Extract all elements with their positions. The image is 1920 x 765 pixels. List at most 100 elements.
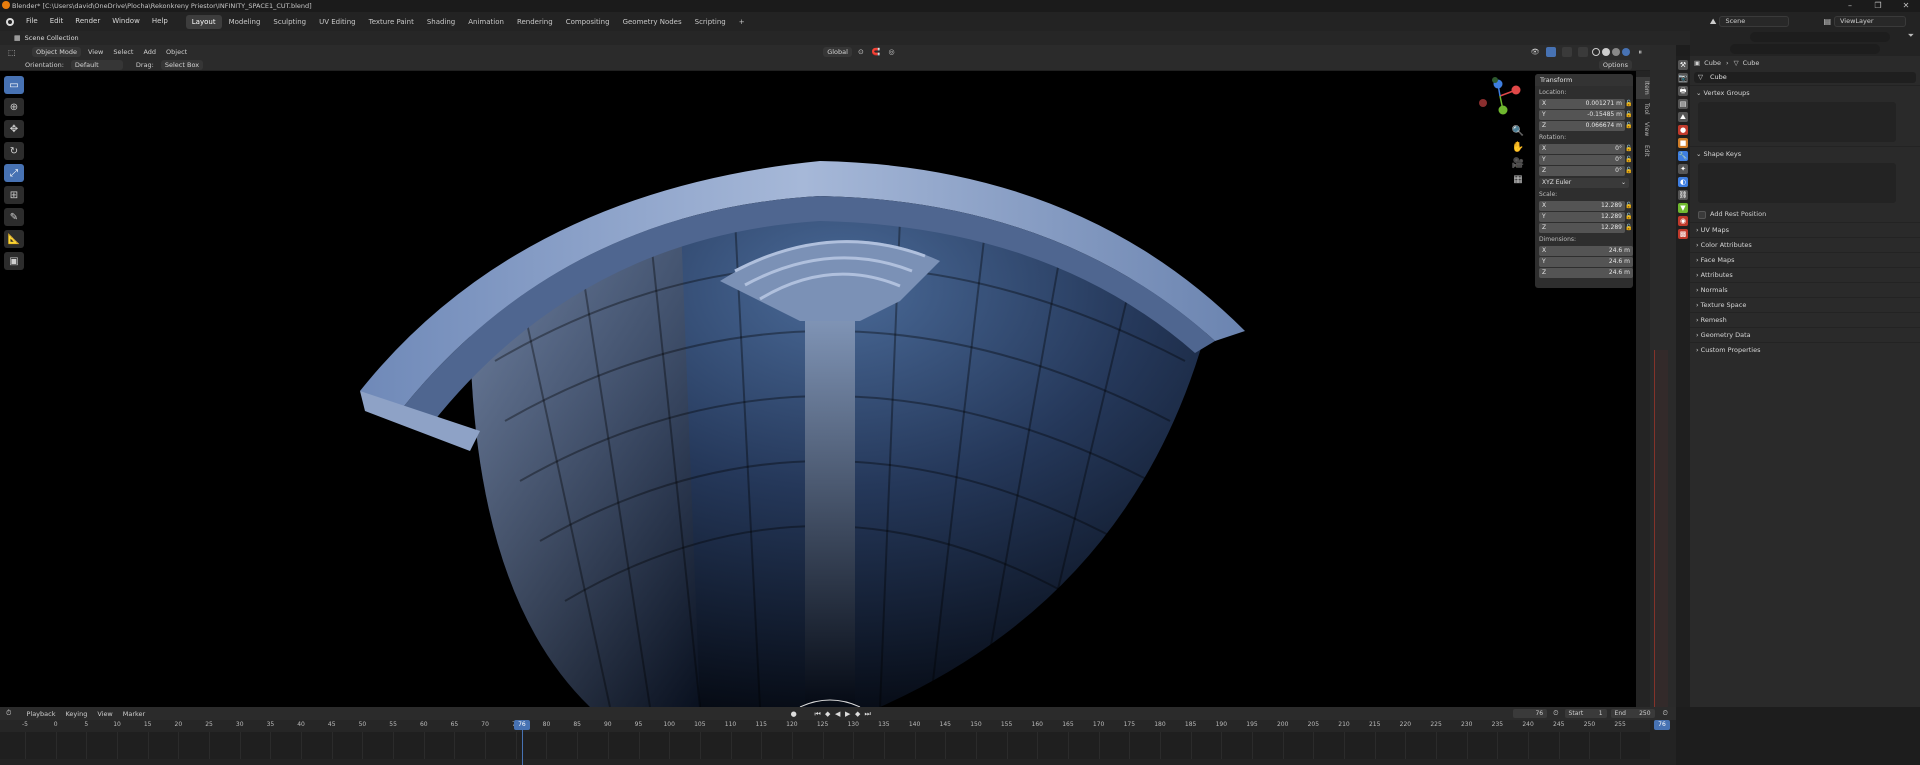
color-attributes-panel[interactable]: › Color Attributes (1690, 237, 1920, 252)
annotate-tool-icon[interactable]: ✎ (4, 208, 24, 226)
data-tab-icon[interactable]: ▼ (1678, 203, 1688, 213)
vertex-groups-panel[interactable]: ⌄ Vertex Groups (1690, 85, 1920, 100)
rotate-tool-icon[interactable]: ↻ (4, 142, 24, 160)
snap-icon[interactable]: 🧲 (872, 48, 881, 56)
jump-end-icon[interactable]: ⏭ (863, 709, 873, 719)
face-maps-panel[interactable]: › Face Maps (1690, 252, 1920, 267)
timeline-ruler[interactable]: -505101520253035404550556065707580859095… (0, 720, 1676, 732)
end-frame-field[interactable]: End 250 (1610, 709, 1655, 718)
proportional-edit-icon[interactable]: ◎ (889, 48, 895, 56)
scale-x-field[interactable]: X 12.289 (1539, 200, 1625, 211)
custom-properties-panel[interactable]: › Custom Properties (1690, 342, 1920, 357)
start-frame-field[interactable]: Start 1 (1564, 709, 1607, 718)
gizmo-toggle-icon[interactable] (1545, 47, 1556, 57)
next-keyframe-icon[interactable]: ◆ (853, 709, 863, 719)
options-button[interactable]: Options (1598, 59, 1632, 70)
select-box-tool-icon[interactable]: ▭ (4, 76, 24, 94)
lock-icon[interactable]: 🔓 (1625, 167, 1633, 174)
blender-menu-icon[interactable] (4, 16, 20, 28)
transform-orientation-dropdown[interactable]: Global (823, 47, 852, 57)
menu-object[interactable]: Object (161, 46, 192, 58)
scale-y-field[interactable]: Y 12.289 (1539, 211, 1625, 222)
location-x-field[interactable]: X 0.001271 m (1539, 98, 1625, 109)
vertex-groups-list[interactable] (1698, 102, 1896, 142)
prev-keyframe-icon[interactable]: ◆ (823, 709, 833, 719)
scale-z-field[interactable]: Z 12.289 (1539, 222, 1625, 233)
tab-texture-paint[interactable]: Texture Paint (363, 15, 420, 29)
location-z-field[interactable]: Z 0.066674 m (1539, 120, 1625, 131)
constraints-tab-icon[interactable]: ⛓ (1678, 190, 1688, 200)
menu-marker[interactable]: Marker (118, 708, 150, 720)
tab-layout[interactable]: Layout (185, 14, 222, 29)
play-reverse-icon[interactable]: ◀ (833, 709, 843, 719)
texture-space-panel[interactable]: › Texture Space (1690, 297, 1920, 312)
tab-scripting[interactable]: Scripting (689, 15, 732, 29)
transform-panel-header[interactable]: Transform (1535, 74, 1633, 86)
close-button[interactable]: ✕ (1892, 0, 1920, 12)
playhead[interactable]: 76 (513, 720, 530, 730)
editor-type-icon[interactable]: ⬚ (8, 48, 22, 57)
geometry-data-panel[interactable]: › Geometry Data (1690, 327, 1920, 342)
rotation-x-field[interactable]: X 0° (1539, 143, 1625, 154)
menu-file[interactable]: File (20, 12, 44, 31)
output-tab-icon[interactable]: 🖶 (1678, 86, 1688, 96)
pivot-icon[interactable]: ⊙ (858, 48, 864, 56)
lock-icon[interactable]: 🔓 (1625, 145, 1633, 152)
maximize-button[interactable]: ❐ (1864, 0, 1892, 12)
view-layer-field[interactable]: ViewLayer (1834, 16, 1906, 27)
shading-rendered-icon[interactable] (1621, 48, 1630, 56)
scale-tool-icon[interactable]: ⤢ (4, 164, 24, 182)
scene-field[interactable]: Scene (1719, 16, 1790, 27)
timeline-body[interactable] (0, 732, 1676, 759)
transform-tool-icon[interactable]: ⊞ (4, 186, 24, 204)
dimensions-z-field[interactable]: Z 24.6 m (1539, 267, 1633, 278)
menu-playback[interactable]: Playback (21, 708, 60, 720)
object-tab-icon[interactable]: ■ (1678, 138, 1688, 148)
shape-keys-list[interactable] (1698, 163, 1896, 203)
clock-icon[interactable]: ⏲ (1553, 709, 1558, 718)
shape-keys-panel[interactable]: ⌄ Shape Keys (1690, 146, 1920, 161)
lock-icon[interactable]: 🔓 (1625, 156, 1633, 163)
record-icon[interactable]: ● (789, 709, 799, 719)
tab-geometry-nodes[interactable]: Geometry Nodes (617, 15, 688, 29)
particles-tab-icon[interactable]: ✦ (1678, 164, 1688, 174)
play-icon[interactable]: ▶ (843, 709, 853, 719)
camera-view-icon[interactable]: 🎥 (1510, 158, 1526, 172)
world-tab-icon[interactable]: ● (1678, 125, 1688, 135)
lock-icon[interactable]: 🔓 (1625, 111, 1633, 118)
add-rest-position-checkbox[interactable]: Add Rest Position (1690, 207, 1920, 222)
lock-icon[interactable]: 🔓 (1625, 213, 1633, 220)
drag-dropdown[interactable]: Select Box (160, 59, 204, 70)
timeline-options-icon[interactable]: ⏲ (1663, 709, 1668, 718)
attributes-panel[interactable]: › Attributes (1690, 267, 1920, 282)
shading-material-icon[interactable] (1611, 48, 1620, 56)
menu-render[interactable]: Render (69, 12, 106, 31)
minimize-button[interactable]: – (1836, 0, 1864, 12)
move-tool-icon[interactable]: ✥ (4, 120, 24, 138)
tool-tab-icon[interactable]: ⚒ (1678, 60, 1688, 70)
menu-view[interactable]: View (83, 46, 108, 58)
location-y-field[interactable]: Y -0.15485 m (1539, 109, 1625, 120)
data-name-field[interactable]: ▽ Cube (1694, 72, 1916, 83)
visibility-icon[interactable]: 👁 (1531, 48, 1540, 56)
tab-animation[interactable]: Animation (462, 15, 510, 29)
menu-select[interactable]: Select (108, 46, 138, 58)
xray-icon[interactable] (1577, 47, 1588, 57)
overlay-toggle-icon[interactable] (1561, 47, 1572, 57)
tab-rendering[interactable]: Rendering (511, 15, 559, 29)
menu-keying[interactable]: Keying (60, 708, 92, 720)
shading-wire-icon[interactable] (1591, 48, 1600, 56)
modifier-tab-icon[interactable]: 🔧 (1678, 151, 1688, 161)
rotation-z-field[interactable]: Z 0° (1539, 165, 1625, 176)
remesh-panel[interactable]: › Remesh (1690, 312, 1920, 327)
tab-compositing[interactable]: Compositing (560, 15, 616, 29)
add-workspace-button[interactable]: + (733, 15, 751, 29)
add-cube-tool-icon[interactable]: ▣ (4, 252, 24, 270)
dimensions-x-field[interactable]: X 24.6 m (1539, 245, 1633, 256)
pan-hand-icon[interactable]: ✋ (1510, 142, 1526, 156)
scene-collection-label[interactable]: Scene Collection (25, 34, 79, 42)
dimensions-y-field[interactable]: Y 24.6 m (1539, 256, 1633, 267)
sidebar-tab-tool[interactable]: Tool (1636, 99, 1650, 119)
sidebar-tab-view[interactable]: View (1636, 118, 1650, 140)
measure-tool-icon[interactable]: 📐 (4, 230, 24, 248)
